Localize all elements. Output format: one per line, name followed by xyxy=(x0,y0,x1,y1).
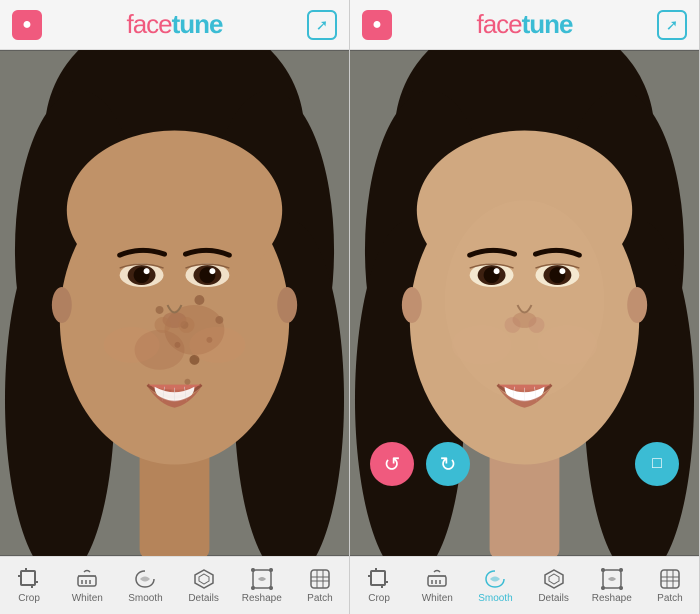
after-reshape-icon xyxy=(601,568,623,590)
tool-whiten[interactable]: Whiten xyxy=(58,557,116,614)
camera-icon: ● xyxy=(22,16,32,34)
after-patch-icon xyxy=(659,568,681,590)
after-tool-whiten[interactable]: Whiten xyxy=(408,557,466,614)
undo-icon: ↺ xyxy=(384,452,401,477)
before-header: ● facetune ➚ xyxy=(0,0,349,50)
after-tool-reshape[interactable]: Reshape xyxy=(583,557,641,614)
after-share-icon: ➚ xyxy=(666,16,679,34)
tool-whiten-label: Whiten xyxy=(72,593,103,604)
share-icon: ➚ xyxy=(316,16,329,34)
copy-icon: □ xyxy=(652,455,662,473)
redo-icon: ↻ xyxy=(440,452,457,477)
after-whiten-icon xyxy=(426,568,448,590)
after-tool-crop[interactable]: Crop xyxy=(350,557,408,614)
after-photo-area: ↺ ↻ □ xyxy=(350,50,699,556)
camera-button[interactable]: ● xyxy=(12,10,42,40)
reshape-icon xyxy=(251,568,273,590)
before-photo-area xyxy=(0,50,349,556)
before-panel: ● facetune ➚ xyxy=(0,0,350,614)
after-smooth-icon xyxy=(484,568,506,590)
after-crop-icon xyxy=(368,568,390,590)
before-photo-svg xyxy=(0,50,349,556)
after-details-icon xyxy=(543,568,565,590)
smooth-icon xyxy=(134,568,156,590)
after-header: ● facetune ➚ xyxy=(350,0,699,50)
logo-face: face xyxy=(126,9,171,39)
after-tool-smooth[interactable]: Smooth xyxy=(466,557,524,614)
after-toolbar: Crop Whiten Smooth D xyxy=(350,556,699,614)
tool-details[interactable]: Details xyxy=(175,557,233,614)
after-app-logo: facetune xyxy=(476,9,572,40)
patch-icon xyxy=(309,568,331,590)
app-logo: facetune xyxy=(126,9,222,40)
details-icon xyxy=(193,568,215,590)
after-tool-details-label: Details xyxy=(538,593,569,604)
after-share-button[interactable]: ➚ xyxy=(657,10,687,40)
action-buttons-container: ↺ ↻ □ xyxy=(350,442,699,486)
after-tool-patch[interactable]: Patch xyxy=(641,557,699,614)
tool-patch-label: Patch xyxy=(307,593,333,604)
tool-smooth-label: Smooth xyxy=(128,593,162,604)
tool-reshape[interactable]: Reshape xyxy=(233,557,291,614)
after-tool-crop-label: Crop xyxy=(368,593,390,604)
tool-crop-label: Crop xyxy=(18,593,40,604)
after-logo-face: face xyxy=(476,9,521,39)
share-button[interactable]: ➚ xyxy=(307,10,337,40)
tool-smooth[interactable]: Smooth xyxy=(116,557,174,614)
after-tool-smooth-label: Smooth xyxy=(478,593,512,604)
copy-button[interactable]: □ xyxy=(635,442,679,486)
logo-tune: tune xyxy=(172,9,223,39)
whiten-icon xyxy=(76,568,98,590)
after-tool-patch-label: Patch xyxy=(657,593,683,604)
after-tool-whiten-label: Whiten xyxy=(422,593,453,604)
after-tool-details[interactable]: Details xyxy=(525,557,583,614)
before-toolbar: Crop Whiten Smooth D xyxy=(0,556,349,614)
after-panel: ● facetune ➚ xyxy=(350,0,700,614)
redo-button[interactable]: ↻ xyxy=(426,442,470,486)
after-camera-icon: ● xyxy=(372,16,382,34)
tool-details-label: Details xyxy=(188,593,219,604)
tool-patch[interactable]: Patch xyxy=(291,557,349,614)
after-tool-reshape-label: Reshape xyxy=(592,593,632,604)
tool-crop[interactable]: Crop xyxy=(0,557,58,614)
after-camera-button[interactable]: ● xyxy=(362,10,392,40)
undo-button[interactable]: ↺ xyxy=(370,442,414,486)
crop-icon xyxy=(18,568,40,590)
tool-reshape-label: Reshape xyxy=(242,593,282,604)
after-logo-tune: tune xyxy=(522,9,573,39)
